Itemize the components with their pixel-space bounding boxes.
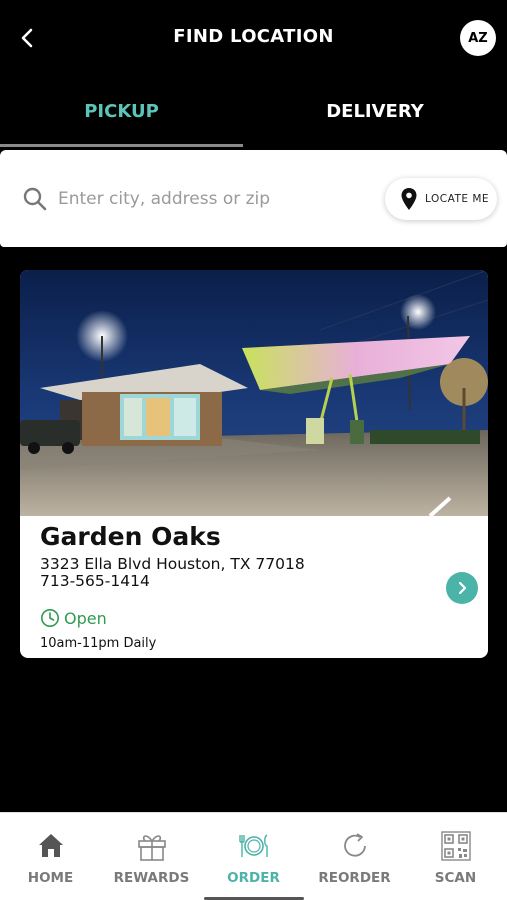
nav-rewards[interactable]: REWARDS: [101, 813, 202, 900]
nav-scan-label: SCAN: [434, 870, 477, 886]
open-status-label: Open: [64, 608, 107, 628]
nav-reorder[interactable]: REORDER: [304, 813, 405, 900]
nav-reorder-label: REORDER: [318, 870, 391, 886]
qr-code-icon: [440, 831, 471, 861]
nav-order-label: ORDER: [227, 870, 280, 886]
order-mode-tabs: PICKUP DELIVERY: [0, 78, 507, 148]
nav-home-label: HOME: [27, 870, 74, 886]
home-icon: [38, 834, 63, 857]
location-card[interactable]: Garden Oaks 3323 Ella Blvd Houston, TX 7…: [20, 270, 488, 658]
store-photo: [20, 270, 488, 516]
tab-pickup[interactable]: PICKUP: [0, 78, 243, 144]
store-phone[interactable]: 713-565-1414: [40, 572, 150, 590]
clock-icon: [41, 609, 59, 627]
nav-order[interactable]: ORDER: [203, 813, 304, 900]
gift-icon: [137, 835, 166, 861]
nav-scan[interactable]: SCAN: [405, 813, 506, 900]
store-hours: 10am-11pm Daily: [40, 636, 157, 651]
locate-me-label: LOCATE ME: [425, 193, 490, 205]
active-tab-indicator: [0, 144, 243, 147]
search-icon: [23, 187, 47, 211]
bottom-navigation: HOME REWARDS ORDER REORDER SCAN: [0, 812, 507, 900]
tab-delivery[interactable]: DELIVERY: [243, 78, 507, 144]
app-header: FIND LOCATION AZ: [0, 0, 507, 78]
plate-cutlery-icon: [238, 834, 268, 857]
store-name: Garden Oaks: [40, 522, 221, 551]
store-address: 3323 Ella Blvd Houston, TX 77018: [40, 555, 305, 573]
location-search-input[interactable]: [58, 180, 358, 218]
search-bar: LOCATE ME: [0, 150, 507, 247]
nav-rewards-label: REWARDS: [113, 870, 190, 886]
user-avatar[interactable]: AZ: [460, 20, 496, 56]
map-pin-icon: [401, 188, 417, 210]
refresh-icon: [343, 833, 366, 857]
nav-home[interactable]: HOME: [0, 813, 101, 900]
locate-me-button[interactable]: LOCATE ME: [385, 178, 497, 220]
select-location-button[interactable]: [446, 572, 478, 604]
open-status: Open: [40, 608, 107, 628]
chevron-right-icon: [458, 581, 467, 595]
page-title: FIND LOCATION: [173, 26, 334, 47]
